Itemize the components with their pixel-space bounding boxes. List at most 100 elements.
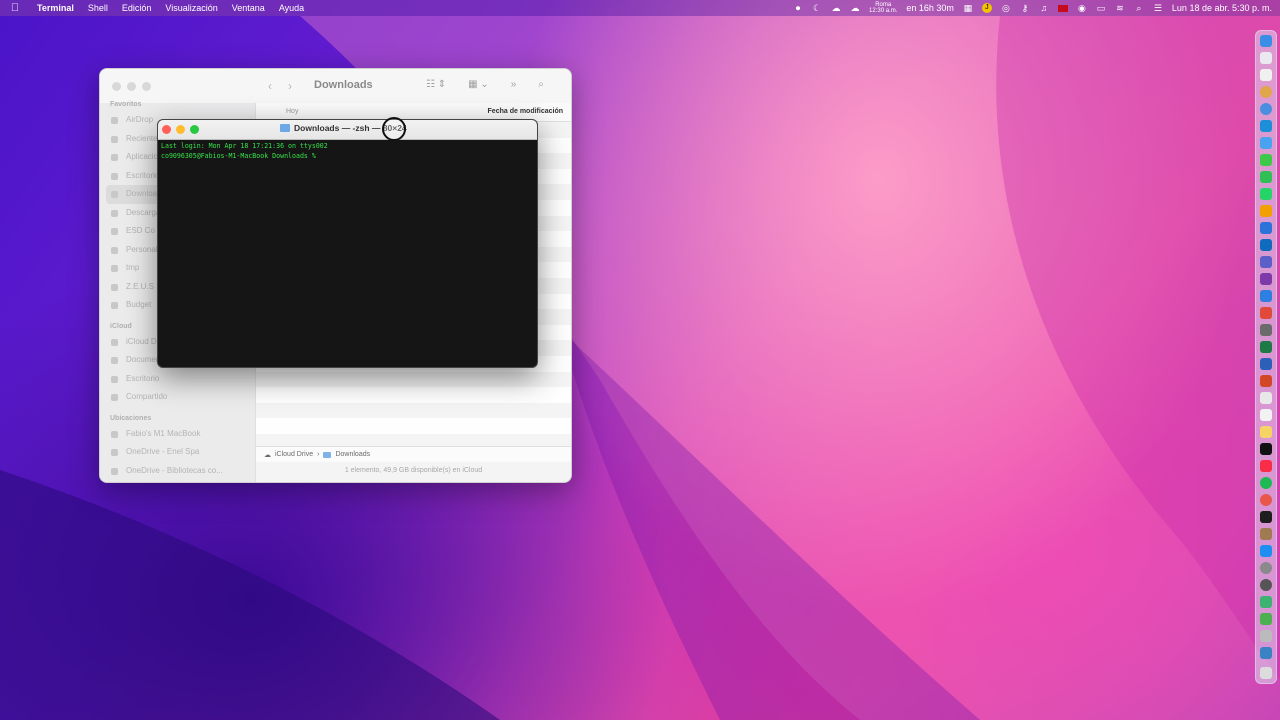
- messages-dock-icon[interactable]: [1260, 154, 1272, 166]
- cloud-sync-icon[interactable]: ☁: [850, 3, 860, 13]
- screen-sharing-dock-icon[interactable]: [1260, 647, 1272, 659]
- menu-bar:  Terminal Shell Edición Visualización V…: [0, 0, 1280, 16]
- forward-arrow-icon[interactable]: ›: [288, 79, 292, 93]
- notes-dock-icon[interactable]: [1260, 205, 1272, 217]
- apple-menu-icon[interactable]: : [0, 2, 30, 14]
- terminal-titlebar[interactable]: Downloads — -zsh — 80×24: [158, 120, 537, 140]
- table-row[interactable]: [256, 402, 571, 419]
- preview-dock-icon[interactable]: [1260, 392, 1272, 404]
- safari-dock-icon[interactable]: [1260, 103, 1272, 115]
- sidebar-item-icloud-escritorio[interactable]: Escritorio: [100, 370, 255, 389]
- menu-shell[interactable]: Shell: [81, 3, 115, 13]
- list-view-icon[interactable]: ☷ ⇕: [426, 79, 446, 90]
- table-row[interactable]: [256, 371, 571, 388]
- finder-dock-icon[interactable]: [1260, 35, 1272, 47]
- column-modified-date[interactable]: Fecha de modificación: [488, 108, 563, 115]
- appstore-dock-icon[interactable]: [1260, 545, 1272, 557]
- facetime-dock-icon[interactable]: [1260, 171, 1272, 183]
- calendar-dock-icon[interactable]: [1260, 52, 1272, 64]
- printer-dock-icon[interactable]: [1260, 630, 1272, 642]
- menu-ayuda[interactable]: Ayuda: [272, 3, 311, 13]
- headphones-icon[interactable]: ♫: [1039, 3, 1049, 13]
- finder-path-bar: ☁ iCloud Drive › Downloads: [256, 446, 571, 462]
- folder-icon: [280, 124, 290, 132]
- menu-edicion[interactable]: Edición: [115, 3, 159, 13]
- photos-dock-icon[interactable]: [1260, 307, 1272, 319]
- terminal-minimize-button[interactable]: [176, 125, 185, 134]
- cloud-icon[interactable]: ☁: [831, 3, 841, 13]
- appletv-dock-icon[interactable]: [1260, 443, 1272, 455]
- grid-icon[interactable]: ▦: [963, 3, 973, 13]
- group-icon[interactable]: ▦ ⌄: [468, 79, 489, 90]
- edge-dock-icon[interactable]: [1260, 120, 1272, 132]
- finder-close-button[interactable]: [112, 82, 121, 91]
- document-icon: [111, 357, 118, 364]
- onenote-dock-icon[interactable]: [1260, 273, 1272, 285]
- whatsapp-dock-icon[interactable]: [1260, 188, 1272, 200]
- finder-nav: ‹ ›: [268, 79, 292, 93]
- finder-search-icon[interactable]: ⌕: [538, 79, 544, 90]
- wifi-icon[interactable]: ≋: [1115, 3, 1125, 13]
- launchpad-dock-icon[interactable]: [1260, 69, 1272, 81]
- sidebar-item-label: Escritorio: [126, 170, 160, 180]
- mail-dock-icon[interactable]: [1260, 137, 1272, 149]
- timer-status[interactable]: en 16h 30m: [906, 3, 954, 13]
- column-group-today[interactable]: Hoy: [286, 108, 298, 115]
- play-icon[interactable]: ◉: [1077, 3, 1087, 13]
- flag-icon[interactable]: [1057, 4, 1068, 12]
- chrome-dock-icon[interactable]: [1260, 86, 1272, 98]
- sidebar-item-macbook[interactable]: Fabio's M1 MacBook: [100, 425, 255, 444]
- more-chevron-icon[interactable]: »: [511, 79, 517, 90]
- back-arrow-icon[interactable]: ‹: [268, 79, 272, 93]
- todo-dock-icon[interactable]: [1260, 290, 1272, 302]
- table-row[interactable]: [256, 387, 571, 403]
- finder-zoom-button[interactable]: [142, 82, 151, 91]
- onedrive-dock-icon[interactable]: [1260, 239, 1272, 251]
- finder-minimize-button[interactable]: [127, 82, 136, 91]
- trash-dock-icon[interactable]: [1260, 667, 1272, 679]
- disk-dock-icon[interactable]: [1260, 579, 1272, 591]
- control-center-icon[interactable]: ☰: [1153, 3, 1163, 13]
- record-icon[interactable]: ⏺: [793, 3, 803, 13]
- table-row[interactable]: [256, 418, 571, 434]
- user-badge-icon[interactable]: J: [981, 3, 992, 13]
- clock-icon: [111, 135, 118, 143]
- stickies-dock-icon[interactable]: [1260, 426, 1272, 438]
- path-current[interactable]: Downloads: [335, 451, 370, 458]
- terminal-output[interactable]: Last login: Mon Apr 18 17:21:36 on ttys0…: [158, 140, 537, 163]
- terminal-dock-icon[interactable]: [1260, 511, 1272, 523]
- sidebar-item-onedrive-bibliotecas[interactable]: OneDrive - Bibliotecas co...: [100, 462, 255, 481]
- path-root[interactable]: iCloud Drive: [275, 451, 313, 458]
- archive-dock-icon[interactable]: [1260, 528, 1272, 540]
- app-store-icon[interactable]: ◎: [1001, 3, 1011, 13]
- battery-icon[interactable]: ▭: [1096, 3, 1106, 13]
- moon-icon[interactable]: ☾: [812, 3, 822, 13]
- reminders-dock-icon[interactable]: [1260, 409, 1272, 421]
- menu-app-name[interactable]: Terminal: [30, 3, 81, 13]
- settings-dock-icon[interactable]: [1260, 562, 1272, 574]
- menu-datetime[interactable]: Lun 18 de abr. 5:30 p. m.: [1172, 3, 1272, 13]
- numbers-dock-icon[interactable]: [1260, 596, 1272, 608]
- script-dock-icon[interactable]: [1260, 613, 1272, 625]
- powerpoint-dock-icon[interactable]: [1260, 375, 1272, 387]
- key-icon[interactable]: ⚷: [1020, 3, 1030, 13]
- world-clock[interactable]: Roma 12:30 a.m.: [869, 2, 897, 14]
- calculator-dock-icon[interactable]: [1260, 324, 1272, 336]
- spotify-dock-icon[interactable]: [1260, 477, 1272, 489]
- music-dock-icon[interactable]: [1260, 460, 1272, 472]
- search-icon[interactable]: ⌕: [1134, 3, 1144, 13]
- sidebar-item-onedrive-enel[interactable]: OneDrive - Enel Spa: [100, 443, 255, 462]
- sidebar-item-compartido[interactable]: Compartido: [100, 388, 255, 407]
- sidebar-item-label: ESD Co: [126, 226, 155, 235]
- menu-visualizacion[interactable]: Visualización: [158, 3, 224, 13]
- terminal-zoom-button[interactable]: [190, 125, 199, 134]
- word-dock-icon[interactable]: [1260, 358, 1272, 370]
- world-clock-time: 12:30 a.m.: [869, 8, 898, 14]
- outlook-dock-icon[interactable]: [1260, 222, 1272, 234]
- excel-dock-icon[interactable]: [1260, 341, 1272, 353]
- menu-ventana[interactable]: Ventana: [225, 3, 272, 13]
- terminal-close-button[interactable]: [162, 125, 171, 134]
- terminal-window[interactable]: Downloads — -zsh — 80×24 Last login: Mon…: [157, 119, 538, 368]
- compass-dock-icon[interactable]: [1260, 494, 1272, 506]
- teams-dock-icon[interactable]: [1260, 256, 1272, 268]
